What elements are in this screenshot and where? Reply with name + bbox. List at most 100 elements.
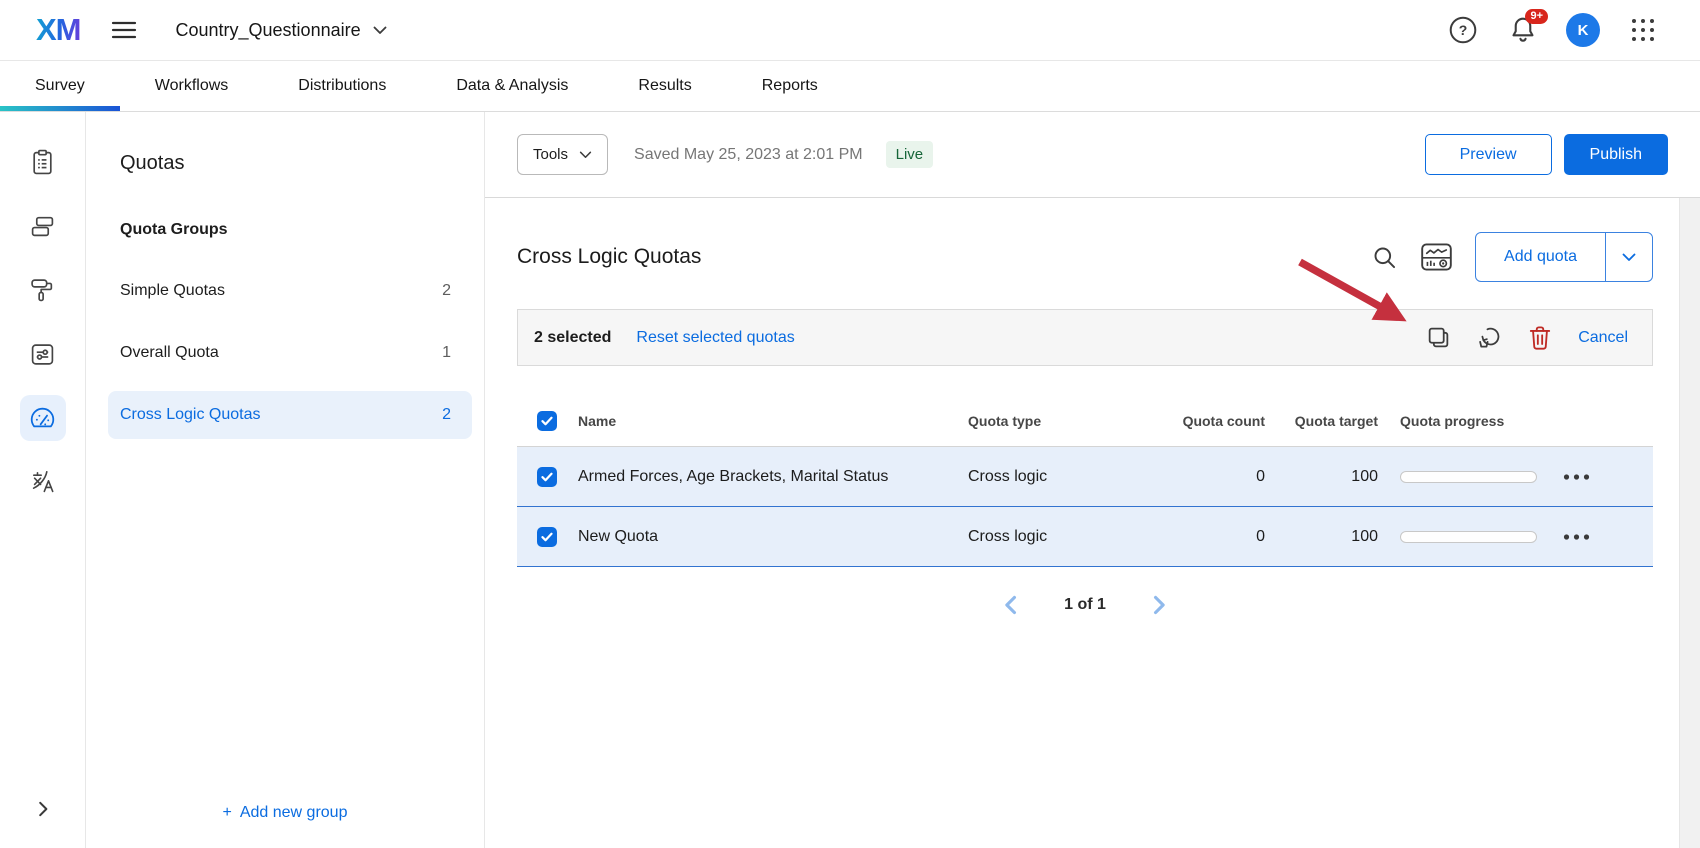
tab-results[interactable]: Results (603, 61, 726, 111)
saved-timestamp: Saved May 25, 2023 at 2:01 PM (634, 146, 863, 164)
survey-name-dropdown[interactable]: Country_Questionnaire (176, 20, 387, 41)
publish-button[interactable]: Publish (1564, 134, 1668, 175)
column-header-quota-type: Quota type (968, 413, 1123, 429)
row-options-menu-button[interactable] (1563, 530, 1590, 544)
quota-group-count: 2 (442, 406, 451, 424)
reset-selected-quotas-link[interactable]: Reset selected quotas (636, 329, 794, 347)
section-title: Cross Logic Quotas (517, 245, 701, 269)
translate-icon (30, 469, 56, 495)
xm-logo: XM (36, 12, 81, 48)
tab-data-analysis[interactable]: Data & Analysis (421, 61, 603, 111)
select-all-checkbox[interactable] (537, 411, 557, 431)
check-icon (541, 416, 553, 426)
section-header: Cross Logic Quotas Add quota (517, 232, 1653, 282)
add-quota-split-button: Add quota (1475, 232, 1653, 282)
quota-target: 100 (1265, 528, 1378, 546)
tools-button[interactable]: Tools (517, 134, 608, 175)
quota-progress-bar (1400, 471, 1537, 483)
quota-group-simple-quotas[interactable]: Simple Quotas 2 (108, 267, 472, 315)
quota-progress-cell (1378, 531, 1537, 543)
survey-name: Country_Questionnaire (176, 20, 361, 41)
blocks-flow-icon (30, 214, 55, 239)
restore-to-group-button[interactable] (1477, 325, 1502, 350)
copy-selected-button[interactable] (1426, 325, 1451, 350)
quota-count: 0 (1123, 468, 1265, 486)
plus-icon: + (223, 804, 232, 822)
column-header-quota-count: Quota count (1123, 413, 1265, 429)
survey-toolbar: Tools Saved May 25, 2023 at 2:01 PM Live… (485, 112, 1700, 198)
next-page-button[interactable] (1148, 594, 1170, 616)
section-actions: Add quota (1371, 232, 1653, 282)
help-icon[interactable]: ? (1446, 13, 1480, 47)
notification-count-badge: 9+ (1525, 9, 1548, 24)
quota-group-label: Cross Logic Quotas (120, 406, 261, 424)
chevron-down-icon (1622, 253, 1636, 262)
add-quota-button[interactable]: Add quota (1476, 233, 1605, 281)
sidebar-item-look-and-feel[interactable] (20, 267, 66, 313)
import-restore-icon (1477, 325, 1502, 350)
ellipsis-icon (1563, 474, 1590, 480)
pagination: 1 of 1 (517, 594, 1653, 616)
clipboard-list-icon (30, 149, 55, 176)
column-header-quota-progress: Quota progress (1378, 413, 1537, 429)
cancel-selection-link[interactable]: Cancel (1578, 329, 1628, 347)
quota-groups-heading: Quota Groups (120, 221, 484, 239)
tab-distributions[interactable]: Distributions (263, 61, 421, 111)
table-header-row: Name Quota type Quota count Quota target… (517, 395, 1653, 447)
add-quota-dropdown-button[interactable] (1606, 233, 1652, 281)
quota-group-overall-quota[interactable]: Overall Quota 1 (108, 329, 472, 377)
quotas-table: Name Quota type Quota count Quota target… (517, 395, 1653, 567)
sidebar-item-survey-options[interactable] (20, 331, 66, 377)
chevron-right-icon (1148, 594, 1170, 616)
quota-group-label: Simple Quotas (120, 282, 225, 300)
user-avatar[interactable]: K (1566, 13, 1600, 47)
row-options-menu-button[interactable] (1563, 470, 1590, 484)
svg-text:?: ? (1459, 22, 1468, 38)
sliders-icon (30, 342, 55, 367)
preview-button[interactable]: Preview (1425, 134, 1552, 175)
sidebar-item-survey-flow[interactable] (20, 203, 66, 249)
search-quotas-button[interactable] (1371, 244, 1398, 271)
row-checkbox[interactable] (537, 467, 557, 487)
live-status-badge: Live (886, 141, 934, 168)
sidebar-item-survey-builder[interactable] (20, 139, 66, 185)
app-grid-icon[interactable] (1626, 13, 1660, 47)
quota-type: Cross logic (968, 468, 1123, 486)
quota-progress-bar (1400, 531, 1537, 543)
tools-label: Tools (533, 146, 568, 163)
quota-group-label: Overall Quota (120, 344, 219, 362)
delete-selected-button[interactable] (1528, 325, 1552, 351)
notifications-bell-icon[interactable]: 9+ (1506, 13, 1540, 47)
quota-groups-list: Simple Quotas 2 Overall Quota 1 Cross Lo… (86, 267, 484, 439)
quota-stats-view-button[interactable] (1421, 243, 1452, 271)
quota-group-count: 2 (442, 282, 451, 300)
main-content: Tools Saved May 25, 2023 at 2:01 PM Live… (485, 112, 1700, 848)
table-row[interactable]: Armed Forces, Age Brackets, Marital Stat… (517, 447, 1653, 507)
quota-group-cross-logic-quotas[interactable]: Cross Logic Quotas 2 (108, 391, 472, 439)
left-icon-rail (0, 112, 86, 848)
selected-count-label: 2 selected (534, 329, 611, 347)
tab-reports[interactable]: Reports (727, 61, 853, 111)
add-new-group-button[interactable]: + Add new group (86, 804, 484, 822)
check-icon (541, 532, 553, 542)
check-icon (541, 472, 553, 482)
row-checkbox[interactable] (537, 527, 557, 547)
table-row[interactable]: New Quota Cross logic 0 100 (517, 507, 1653, 567)
quota-count: 0 (1123, 528, 1265, 546)
primary-tab-bar: Survey Workflows Distributions Data & An… (0, 61, 1700, 112)
app-window: XM Country_Questionnaire ? 9+ K Survey W… (0, 0, 1700, 848)
chevron-down-icon (579, 151, 592, 159)
quota-group-count: 1 (442, 344, 451, 362)
column-header-name: Name (578, 413, 968, 429)
previous-page-button[interactable] (1000, 594, 1022, 616)
quota-name: Armed Forces, Age Brackets, Marital Stat… (578, 468, 968, 486)
tab-survey[interactable]: Survey (0, 61, 120, 111)
column-header-quota-target: Quota target (1265, 413, 1378, 429)
tab-workflows[interactable]: Workflows (120, 61, 264, 111)
expand-sidebar-chevron[interactable] (0, 800, 86, 818)
quota-target: 100 (1265, 468, 1378, 486)
sidebar-item-quotas[interactable] (20, 395, 66, 441)
vertical-scrollbar[interactable] (1679, 198, 1700, 848)
sidebar-item-translations[interactable] (20, 459, 66, 505)
hamburger-menu-icon[interactable] (109, 15, 139, 45)
